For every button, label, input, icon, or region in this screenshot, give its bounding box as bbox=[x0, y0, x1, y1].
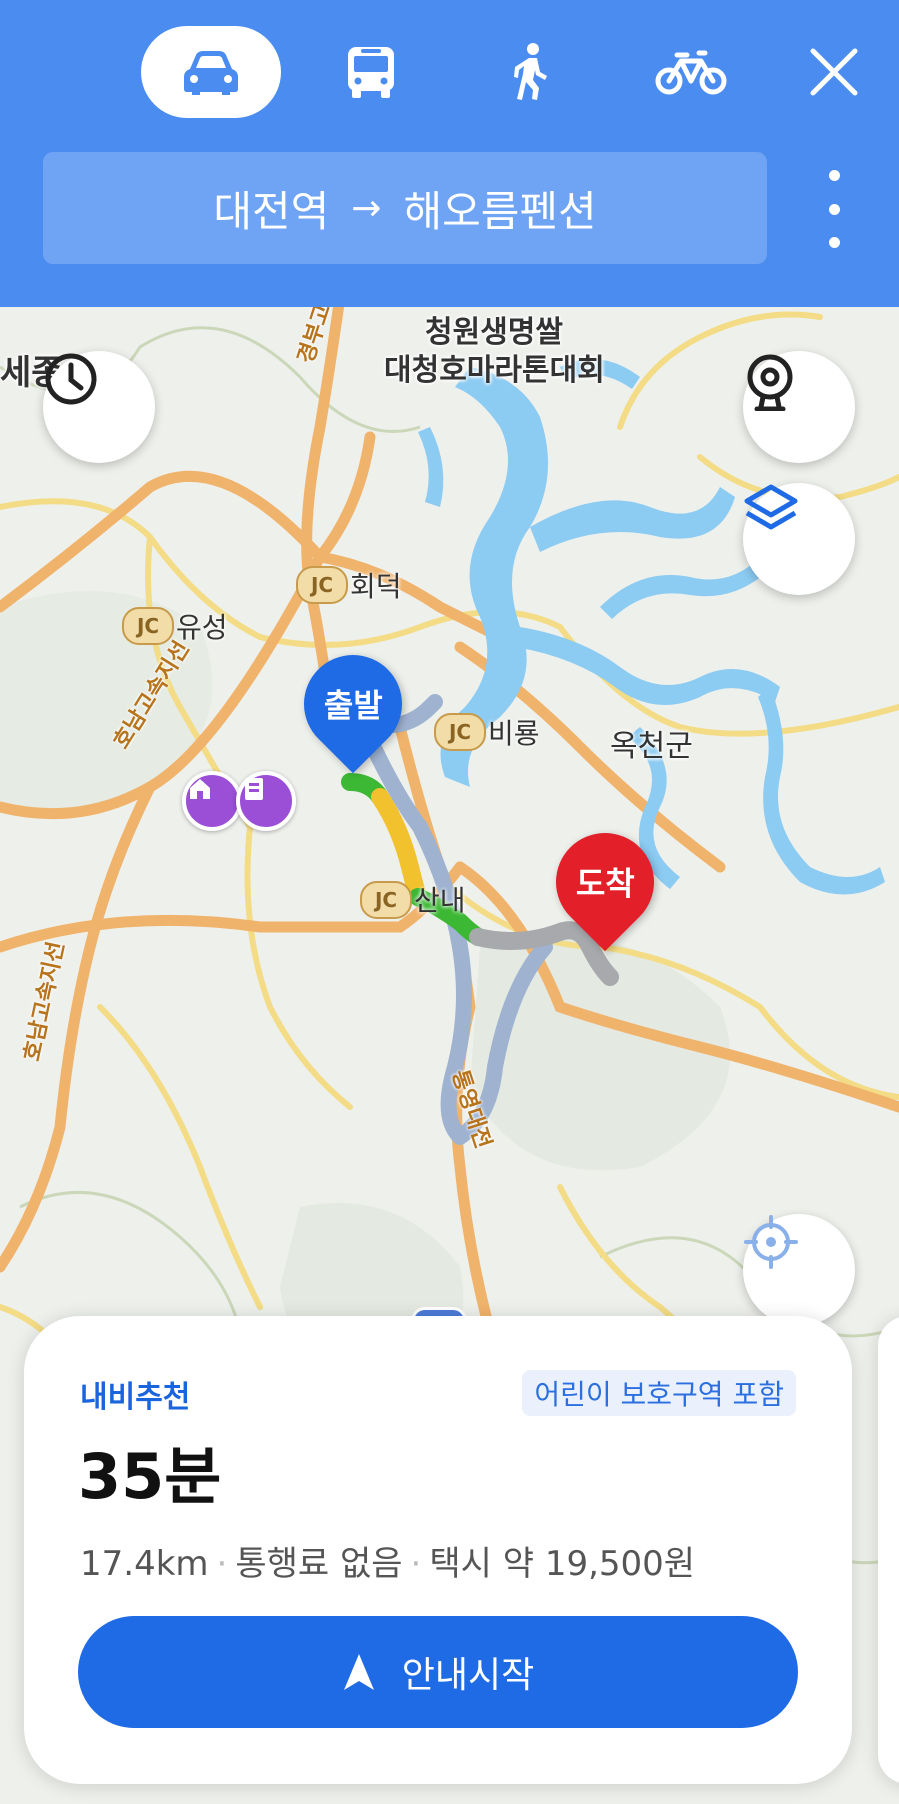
close-icon bbox=[810, 48, 858, 96]
mode-walk-tab[interactable] bbox=[461, 26, 601, 118]
poi-label-marathon-2: 대청호마라톤대회 bbox=[384, 353, 605, 388]
origin-label: 대전역 bbox=[213, 186, 330, 236]
locate-button[interactable] bbox=[743, 1214, 855, 1326]
navigation-arrow-icon bbox=[342, 1652, 376, 1692]
start-button-label: 안내시작 bbox=[401, 1655, 535, 1696]
cctv-button[interactable] bbox=[743, 351, 855, 463]
layers-button[interactable] bbox=[743, 483, 855, 595]
layers-icon bbox=[744, 484, 798, 530]
cctv-icon bbox=[747, 354, 793, 411]
route-header: 대전역 → 해오름펜션 bbox=[0, 0, 899, 307]
jc-badge-biryong: JC bbox=[434, 713, 486, 751]
bus-icon bbox=[348, 47, 394, 98]
taxi-fare: 택시 약 19,500원 bbox=[429, 1544, 696, 1584]
arrow-icon: → bbox=[351, 187, 382, 229]
more-options-button[interactable] bbox=[810, 170, 858, 248]
clock-icon bbox=[45, 353, 97, 405]
route-summary[interactable]: 대전역 → 해오름펜션 bbox=[43, 152, 767, 264]
separator: · bbox=[410, 1544, 422, 1584]
recommend-label: 내비추천 bbox=[80, 1380, 191, 1415]
locate-icon bbox=[744, 1215, 798, 1269]
jc-badge-yuseong: JC bbox=[122, 607, 174, 645]
poi-hotel[interactable] bbox=[236, 771, 296, 831]
jc-label-hoedeok: 회덕 bbox=[350, 570, 402, 603]
home-icon bbox=[190, 779, 210, 799]
separator: · bbox=[216, 1544, 228, 1584]
route-info: 17.4km · 통행료 없음 · 택시 약 19,500원 bbox=[80, 1536, 695, 1585]
walk-icon bbox=[514, 43, 547, 100]
destination-label: 해오름펜션 bbox=[403, 186, 597, 236]
jc-label-sannae: 산내 bbox=[414, 884, 466, 917]
child-zone-badge: 어린이 보호구역 포함 bbox=[522, 1370, 796, 1416]
mode-bus-tab[interactable] bbox=[301, 26, 441, 118]
close-button[interactable] bbox=[792, 26, 876, 118]
jc-badge-sannae: JC bbox=[360, 881, 412, 919]
hotel-icon bbox=[245, 778, 263, 800]
toll-info: 통행료 없음 bbox=[235, 1544, 403, 1584]
mode-car-tab[interactable] bbox=[141, 26, 281, 118]
mode-bicycle-tab[interactable] bbox=[621, 26, 761, 118]
duration: 35분 bbox=[78, 1440, 222, 1513]
poi-home[interactable] bbox=[182, 771, 242, 831]
route-card[interactable]: 내비추천 어린이 보호구역 포함 35분 17.4km · 통행료 없음 · 택시 약 … bbox=[24, 1316, 852, 1784]
car-icon bbox=[184, 51, 238, 95]
next-route-card[interactable] bbox=[878, 1316, 899, 1784]
end-pin-label: 도착 bbox=[575, 865, 635, 904]
jc-label-yuseong: 유성 bbox=[176, 611, 228, 644]
time-button[interactable] bbox=[43, 351, 155, 463]
distance: 17.4km bbox=[80, 1544, 209, 1584]
start-pin-label: 출발 bbox=[323, 687, 383, 726]
jc-label-biryong: 비룡 bbox=[488, 717, 540, 750]
county-label-okcheon: 옥천군 bbox=[610, 729, 693, 764]
jc-badge-hoedeok: JC bbox=[296, 566, 348, 604]
bicycle-icon bbox=[655, 50, 727, 95]
start-navigation-button[interactable]: 안내시작 bbox=[78, 1616, 798, 1728]
more-vertical-icon bbox=[828, 170, 840, 181]
